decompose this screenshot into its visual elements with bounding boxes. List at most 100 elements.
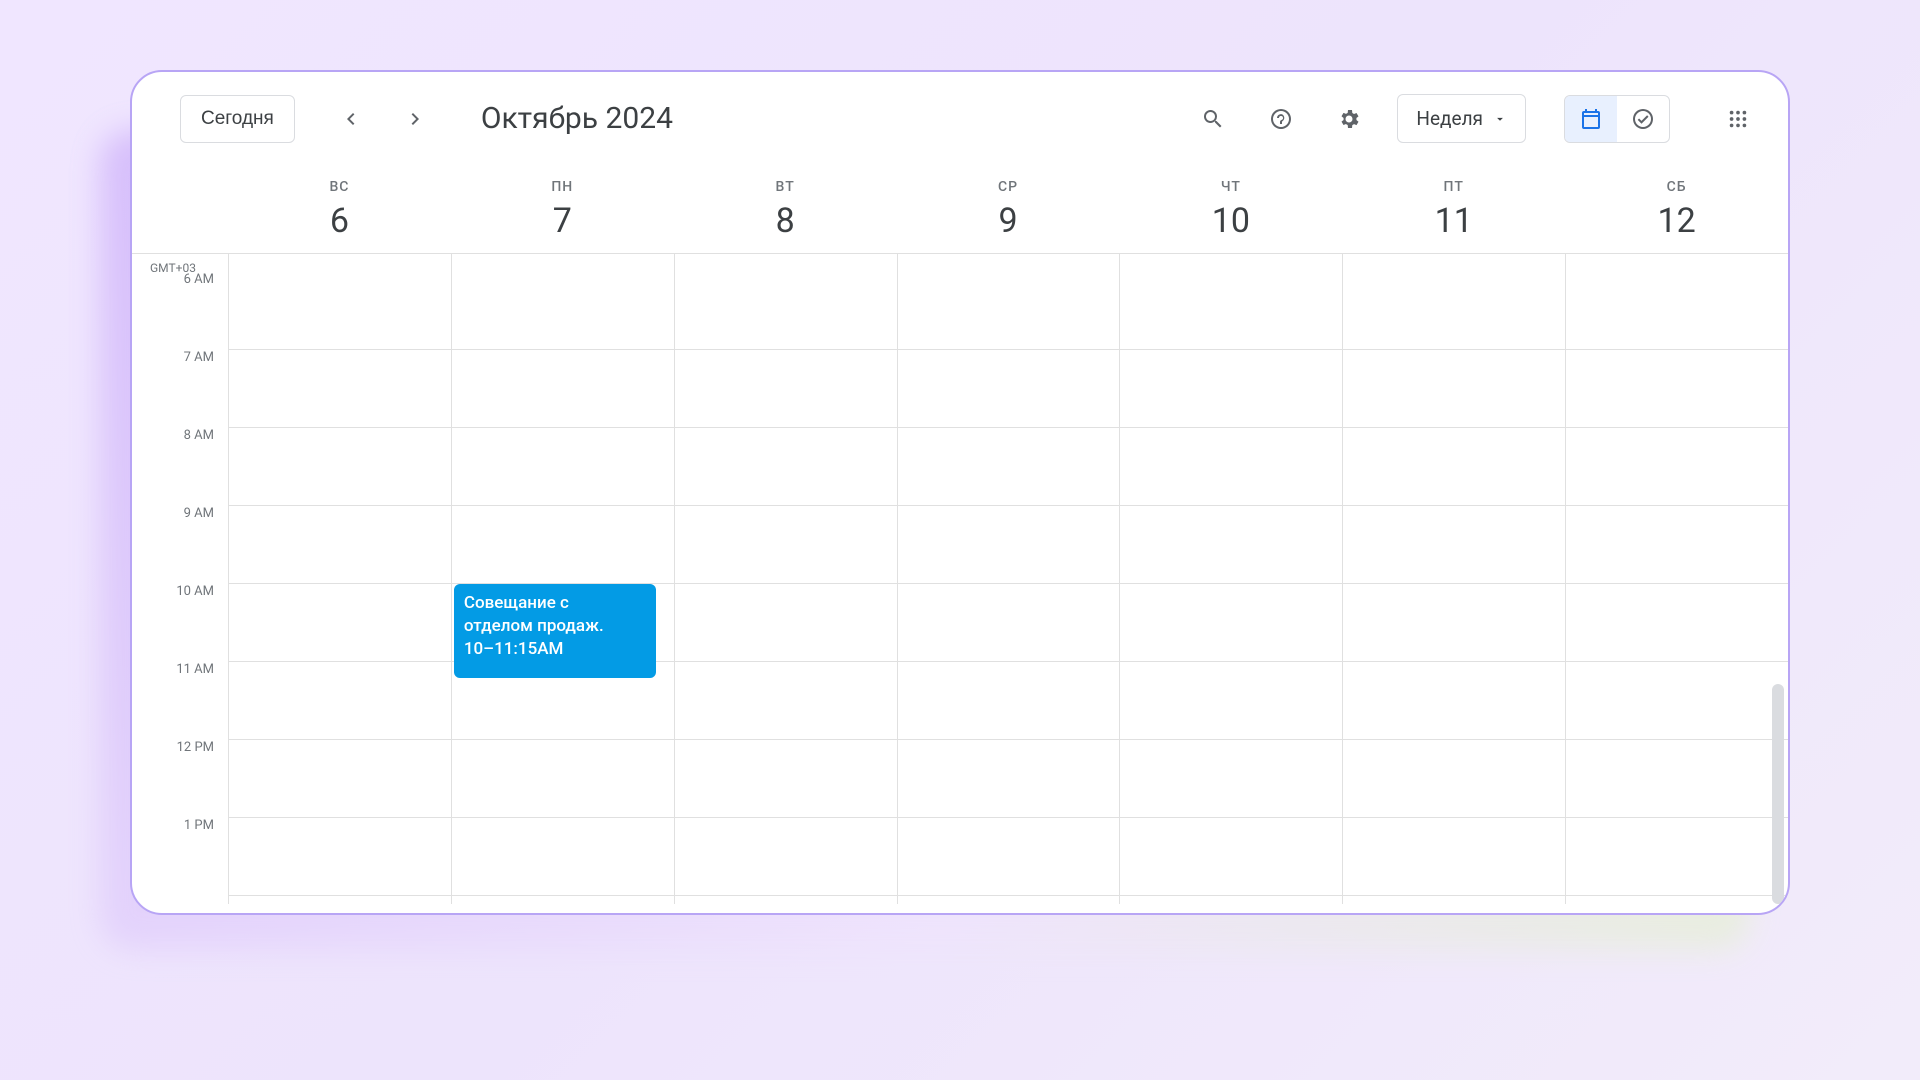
apps-button[interactable] <box>1718 99 1758 139</box>
hour-cell[interactable] <box>229 272 451 350</box>
hour-cell[interactable] <box>229 662 451 740</box>
hour-cell[interactable] <box>452 506 674 584</box>
day-column[interactable] <box>897 254 1120 904</box>
hour-cell[interactable] <box>1120 506 1342 584</box>
check-circle-icon <box>1631 107 1655 131</box>
hour-cell[interactable] <box>1343 272 1565 350</box>
hour-cell[interactable] <box>229 818 451 896</box>
hour-cell[interactable] <box>898 350 1120 428</box>
day-column[interactable] <box>228 254 451 904</box>
day-number: 6 <box>228 201 451 241</box>
hour-cell[interactable] <box>675 272 897 350</box>
hour-cell[interactable] <box>1343 662 1565 740</box>
scrollbar-thumb[interactable] <box>1772 684 1784 904</box>
day-column[interactable] <box>1342 254 1565 904</box>
dow-label: ПТ <box>1342 179 1565 195</box>
view-select[interactable]: Неделя <box>1397 94 1526 143</box>
hour-cell[interactable] <box>1120 272 1342 350</box>
dow-label: ВТ <box>674 179 897 195</box>
hour-cell[interactable] <box>229 428 451 506</box>
hour-cell[interactable] <box>898 428 1120 506</box>
hour-cell[interactable] <box>675 818 897 896</box>
prev-week-button[interactable] <box>331 99 371 139</box>
help-button[interactable] <box>1261 99 1301 139</box>
hour-cell[interactable] <box>675 740 897 818</box>
hour-cell[interactable] <box>229 350 451 428</box>
hour-label: 9 AM <box>132 506 214 584</box>
day-column[interactable]: Совещание сотделом продаж.10–11:15AM <box>451 254 674 904</box>
hour-cell[interactable] <box>452 740 674 818</box>
hour-cell[interactable] <box>898 272 1120 350</box>
hour-cell[interactable] <box>898 584 1120 662</box>
today-button[interactable]: Сегодня <box>180 95 295 143</box>
hour-cell[interactable] <box>229 740 451 818</box>
hour-cell[interactable] <box>898 662 1120 740</box>
day-column[interactable] <box>1565 254 1788 904</box>
day-headers: ВС 6ПН7ВТ8СР 9ЧТ10ПТ11СБ12 <box>132 165 1788 254</box>
hour-cell[interactable] <box>675 350 897 428</box>
calendar-event[interactable]: Совещание сотделом продаж.10–11:15AM <box>454 584 656 678</box>
hour-cell[interactable] <box>1343 740 1565 818</box>
hour-cell[interactable] <box>1343 506 1565 584</box>
hour-cell[interactable] <box>1120 662 1342 740</box>
days-grid: Совещание сотделом продаж.10–11:15AM <box>228 254 1788 904</box>
hour-cell[interactable] <box>1566 662 1788 740</box>
settings-button[interactable] <box>1329 99 1369 139</box>
day-header[interactable]: ЧТ10 <box>1119 165 1342 253</box>
day-header[interactable]: СБ12 <box>1565 165 1788 253</box>
hour-cell[interactable] <box>1566 818 1788 896</box>
hour-cell[interactable] <box>898 740 1120 818</box>
hour-cell[interactable] <box>675 584 897 662</box>
day-column[interactable] <box>1119 254 1342 904</box>
day-header[interactable]: ВТ8 <box>674 165 897 253</box>
day-header[interactable]: ПН7 <box>451 165 674 253</box>
hour-cell[interactable] <box>1120 818 1342 896</box>
hour-cell[interactable] <box>1120 350 1342 428</box>
hour-cell[interactable] <box>229 584 451 662</box>
tasks-view-button[interactable] <box>1617 96 1669 142</box>
apps-grid-icon <box>1727 108 1749 130</box>
calendar-icon <box>1579 107 1603 131</box>
day-column[interactable] <box>674 254 897 904</box>
hour-cell[interactable] <box>229 506 451 584</box>
hour-cell[interactable] <box>452 818 674 896</box>
day-header[interactable]: ВС 6 <box>228 165 451 253</box>
hour-cell[interactable] <box>675 428 897 506</box>
day-header[interactable]: СР 9 <box>897 165 1120 253</box>
hour-label: 1 PM <box>132 818 214 896</box>
hour-cell[interactable] <box>1566 350 1788 428</box>
hour-cell[interactable] <box>452 428 674 506</box>
hour-label: 6 AM <box>132 272 214 350</box>
next-week-button[interactable] <box>395 99 435 139</box>
hour-cell[interactable] <box>1343 428 1565 506</box>
hour-cell[interactable] <box>1343 818 1565 896</box>
search-button[interactable] <box>1193 99 1233 139</box>
chevron-right-icon <box>403 107 427 131</box>
hour-cell[interactable] <box>1566 428 1788 506</box>
hour-cell[interactable] <box>452 272 674 350</box>
hour-cell[interactable] <box>1566 740 1788 818</box>
hour-cell[interactable] <box>452 350 674 428</box>
day-header[interactable]: ПТ11 <box>1342 165 1565 253</box>
hour-cell[interactable] <box>1566 584 1788 662</box>
dow-label: ПН <box>451 179 674 195</box>
hour-cell[interactable] <box>675 506 897 584</box>
dow-label: СР <box>897 179 1120 195</box>
hour-cell[interactable] <box>898 818 1120 896</box>
hour-cell[interactable] <box>1343 584 1565 662</box>
grid-scroll[interactable]: 6 AM7 AM8 AM9 AM10 AM11 AM12 PM1 PM Сове… <box>132 254 1788 913</box>
gear-icon <box>1337 107 1361 131</box>
time-labels-column: 6 AM7 AM8 AM9 AM10 AM11 AM12 PM1 PM <box>132 254 228 904</box>
calendar-view-button[interactable] <box>1565 96 1617 142</box>
dow-label: ВС <box>228 179 451 195</box>
hour-cell[interactable] <box>1343 350 1565 428</box>
hour-cell[interactable] <box>1566 272 1788 350</box>
hour-cell[interactable] <box>1120 584 1342 662</box>
day-number: 9 <box>897 201 1120 241</box>
hour-label: 11 AM <box>132 662 214 740</box>
hour-cell[interactable] <box>1120 428 1342 506</box>
hour-cell[interactable] <box>1120 740 1342 818</box>
hour-cell[interactable] <box>898 506 1120 584</box>
hour-cell[interactable] <box>675 662 897 740</box>
hour-cell[interactable] <box>1566 506 1788 584</box>
